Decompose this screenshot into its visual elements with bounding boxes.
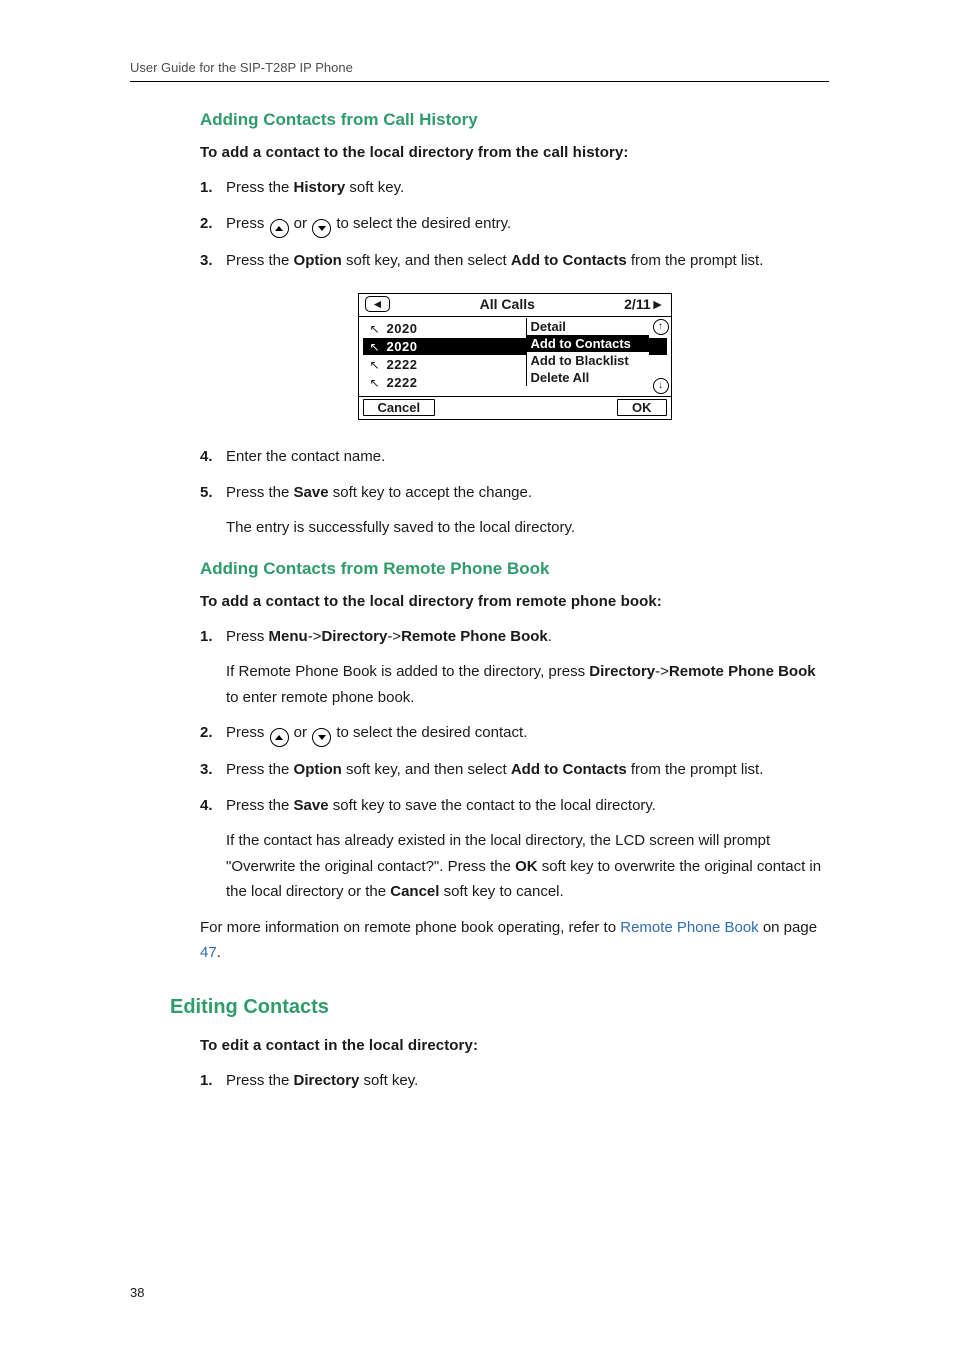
remote-phone-book-key: Remote Phone Book [401,628,548,645]
step-text: Press [226,215,269,232]
step-text: Press [226,628,269,645]
step-text: Press the [226,179,294,196]
outgoing-call-icon: ↖ [369,376,381,390]
down-arrow-key-icon [312,219,331,238]
step-text: from the prompt list. [627,252,764,269]
save-key: Save [294,797,329,814]
arrow: -> [308,628,322,645]
step-number: 1. [200,624,213,650]
directory-key: Directory [321,628,387,645]
steps-history: 1. Press the History soft key. 2. Press … [200,175,829,273]
outgoing-call-icon: ↖ [369,358,381,372]
step-text: from the prompt list. [627,761,764,778]
menu-key: Menu [269,628,308,645]
lcd-title: All Calls [480,296,535,312]
outgoing-call-icon: ↖ [369,340,381,354]
lcd-page-indicator: 2/11► [624,296,664,312]
heading-add-from-history: Adding Contacts from Call History [200,110,829,130]
lcd-number: 2222 [387,375,418,390]
step-text: soft key, and then select [342,252,511,269]
lead-history: To add a contact to the local directory … [200,144,829,161]
step-text: soft key. [345,179,404,196]
lcd-menu-add-contacts: Add to Contacts [527,335,649,352]
option-key: Option [294,761,342,778]
step-text: or [290,215,312,232]
step-note: If Remote Phone Book is added to the dir… [226,659,829,710]
lead-edit: To edit a contact in the local directory… [200,1037,829,1054]
step-number: 2. [200,720,213,746]
lcd-left-arrow-icon: ◄ [365,296,391,312]
down-arrow-key-icon [312,728,331,747]
directory-key: Directory [294,1072,360,1089]
lcd-number: 2020 [387,321,418,336]
step-number: 2. [200,211,213,237]
arrow: -> [387,628,401,645]
lcd-screenshot: ◄ All Calls 2/11► ↖ 2020 ↖ 2020 ↖ 2 [358,293,672,420]
steps-remote: 1. Press Menu->Directory->Remote Phone B… [200,624,829,905]
heading-add-from-remote: Adding Contacts from Remote Phone Book [200,559,829,579]
step-text: Press the [226,484,294,501]
lcd-number: 2222 [387,357,418,372]
step-text: to select the desired entry. [332,215,511,232]
step-number: 3. [200,248,213,274]
step-text: Press the [226,761,294,778]
step-text: Press the [226,1072,294,1089]
step-text: soft key. [359,1072,418,1089]
step-text: Enter the contact name. [226,448,385,465]
step-number: 1. [200,1068,213,1094]
outgoing-call-icon: ↖ [369,322,381,336]
step-text: soft key to save the contact to the loca… [329,797,656,814]
up-arrow-key-icon [270,219,289,238]
add-to-contacts-label: Add to Contacts [511,252,627,269]
step-number: 3. [200,757,213,783]
step-text: soft key to accept the change. [329,484,532,501]
page-ref-link[interactable]: 47 [200,944,217,961]
lcd-softkey-cancel: Cancel [363,399,436,416]
lcd-scroll-up-icon: ↑ [653,319,669,335]
lcd-option-menu: Detail Add to Contacts Add to Blacklist … [526,318,649,386]
step-text: Press the [226,797,294,814]
reference-paragraph: For more information on remote phone boo… [200,915,829,966]
lead-remote: To add a contact to the local directory … [200,593,829,610]
page-number: 38 [130,1285,144,1300]
step-number: 1. [200,175,213,201]
lcd-menu-detail: Detail [527,318,649,335]
step-text: to select the desired contact. [332,724,527,741]
step-note: If the contact has already existed in th… [226,828,829,905]
step-text: Press [226,724,269,741]
step-text: Press the [226,252,294,269]
lcd-softkey-ok: OK [617,399,667,416]
up-arrow-key-icon [270,728,289,747]
step-text: or [290,724,312,741]
lcd-menu-add-blacklist: Add to Blacklist [527,352,649,369]
heading-editing-contacts: Editing Contacts [170,996,829,1019]
add-to-contacts-label: Add to Contacts [511,761,627,778]
step-note: The entry is successfully saved to the l… [226,515,829,541]
steps-edit: 1. Press the Directory soft key. [200,1068,829,1094]
step-text: soft key, and then select [342,761,511,778]
lcd-menu-delete-all: Delete All [527,369,649,386]
step-number: 4. [200,444,213,470]
period: . [548,628,552,645]
history-key: History [294,179,346,196]
step-number: 4. [200,793,213,819]
lcd-scroll-down-icon: ↓ [653,378,669,394]
step-number: 5. [200,480,213,506]
save-key: Save [294,484,329,501]
option-key: Option [294,252,342,269]
steps-history-cont: 4. Enter the contact name. 5. Press the … [200,444,829,541]
remote-phone-book-link[interactable]: Remote Phone Book [620,919,758,936]
lcd-number: 2020 [387,339,418,354]
running-header: User Guide for the SIP-T28P IP Phone [130,60,829,82]
